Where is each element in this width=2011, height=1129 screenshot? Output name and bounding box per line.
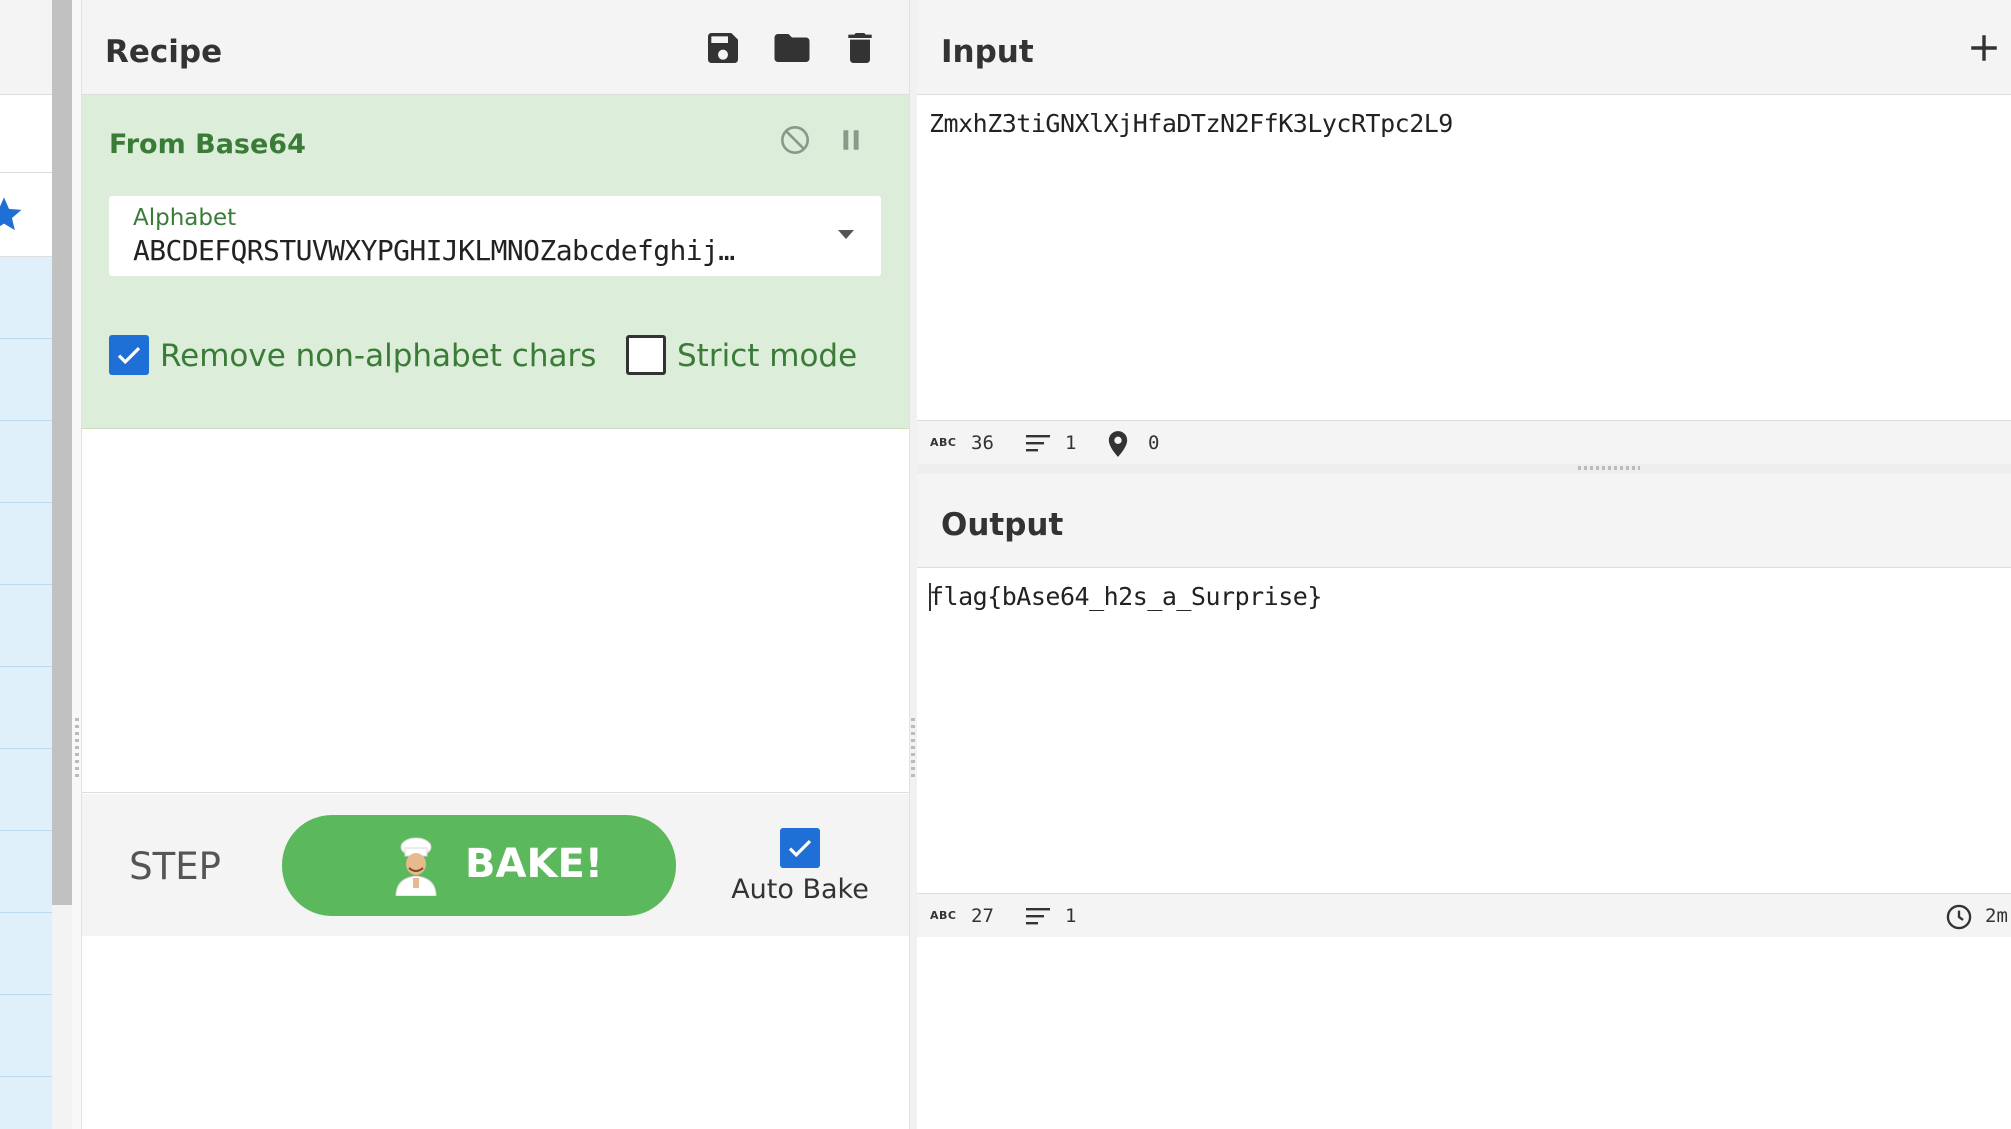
bake-label: BAKE!	[465, 841, 604, 887]
splitter-grip	[1578, 466, 1640, 470]
resizer-grip	[911, 718, 915, 778]
output-status-bar: ABC 27 1 2m	[917, 893, 2011, 937]
panel-resizer[interactable]	[72, 0, 82, 1129]
auto-bake-checkbox[interactable]	[780, 828, 820, 868]
remove-non-alphabet-checkbox[interactable]	[109, 335, 149, 375]
check-icon	[788, 839, 812, 858]
trash-icon[interactable]	[837, 25, 883, 71]
output-empty-area	[917, 937, 2011, 1129]
output-textarea[interactable]: flag{bAse64_h2s_a_Surprise}	[929, 579, 1999, 889]
save-icon[interactable]	[700, 25, 746, 71]
input-lines: 1	[1065, 432, 1077, 454]
check-icon	[117, 346, 141, 365]
resizer-grip	[75, 718, 79, 778]
remove-non-alphabet-label[interactable]: Remove non-alphabet chars	[160, 336, 596, 376]
operation-title: From Base64	[109, 129, 306, 160]
strict-mode-label[interactable]: Strict mode	[677, 336, 857, 376]
operations-scrollbar-thumb[interactable]	[52, 0, 72, 905]
panel-resizer[interactable]	[909, 0, 917, 1129]
position-icon	[1108, 431, 1128, 457]
output-title: Output	[941, 507, 1064, 543]
operations-header	[0, 0, 54, 95]
chevron-down-icon[interactable]	[838, 230, 854, 239]
add-input-icon[interactable]	[1962, 26, 2006, 70]
length-icon: ABC	[930, 436, 957, 449]
text-cursor	[929, 583, 931, 611]
auto-bake-label[interactable]: Auto Bake	[730, 872, 870, 908]
folder-icon[interactable]	[769, 25, 815, 71]
time-icon	[1946, 904, 1972, 930]
pause-icon[interactable]	[831, 120, 871, 160]
operations-search-area[interactable]	[0, 95, 54, 173]
alphabet-label: Alphabet	[133, 205, 237, 231]
input-textarea[interactable]: ZmxhZ3tiGNXlXjHfaDTzN2FfK3LycRTpc2L9	[929, 106, 1999, 418]
length-icon: ABC	[930, 909, 957, 922]
output-length: 27	[971, 905, 994, 927]
io-splitter[interactable]	[917, 464, 2011, 474]
input-title: Input	[941, 34, 1034, 70]
alphabet-value[interactable]: ABCDEFQRSTUVWXYPGHIJKLMNOZabcdefghij…	[133, 233, 793, 269]
star-icon	[0, 197, 22, 231]
input-position: 0	[1148, 432, 1160, 454]
operations-list[interactable]	[0, 257, 54, 1129]
chef-icon	[395, 837, 437, 896]
recipe-drop-area[interactable]	[82, 430, 909, 793]
output-bake-time: 2m	[1985, 905, 2008, 927]
output-header	[917, 474, 2011, 568]
strict-mode-checkbox[interactable]	[626, 335, 666, 375]
disable-icon[interactable]	[775, 120, 815, 160]
lines-icon	[1026, 908, 1050, 925]
input-length: 36	[971, 432, 994, 454]
recipe-title: Recipe	[105, 34, 223, 70]
output-lines: 1	[1065, 905, 1077, 927]
favourites-category[interactable]	[0, 173, 54, 257]
lines-icon	[1026, 435, 1050, 452]
step-button[interactable]: STEP	[110, 842, 240, 892]
input-header	[917, 0, 2011, 95]
input-status-bar: ABC 36 1 0	[917, 420, 2011, 464]
